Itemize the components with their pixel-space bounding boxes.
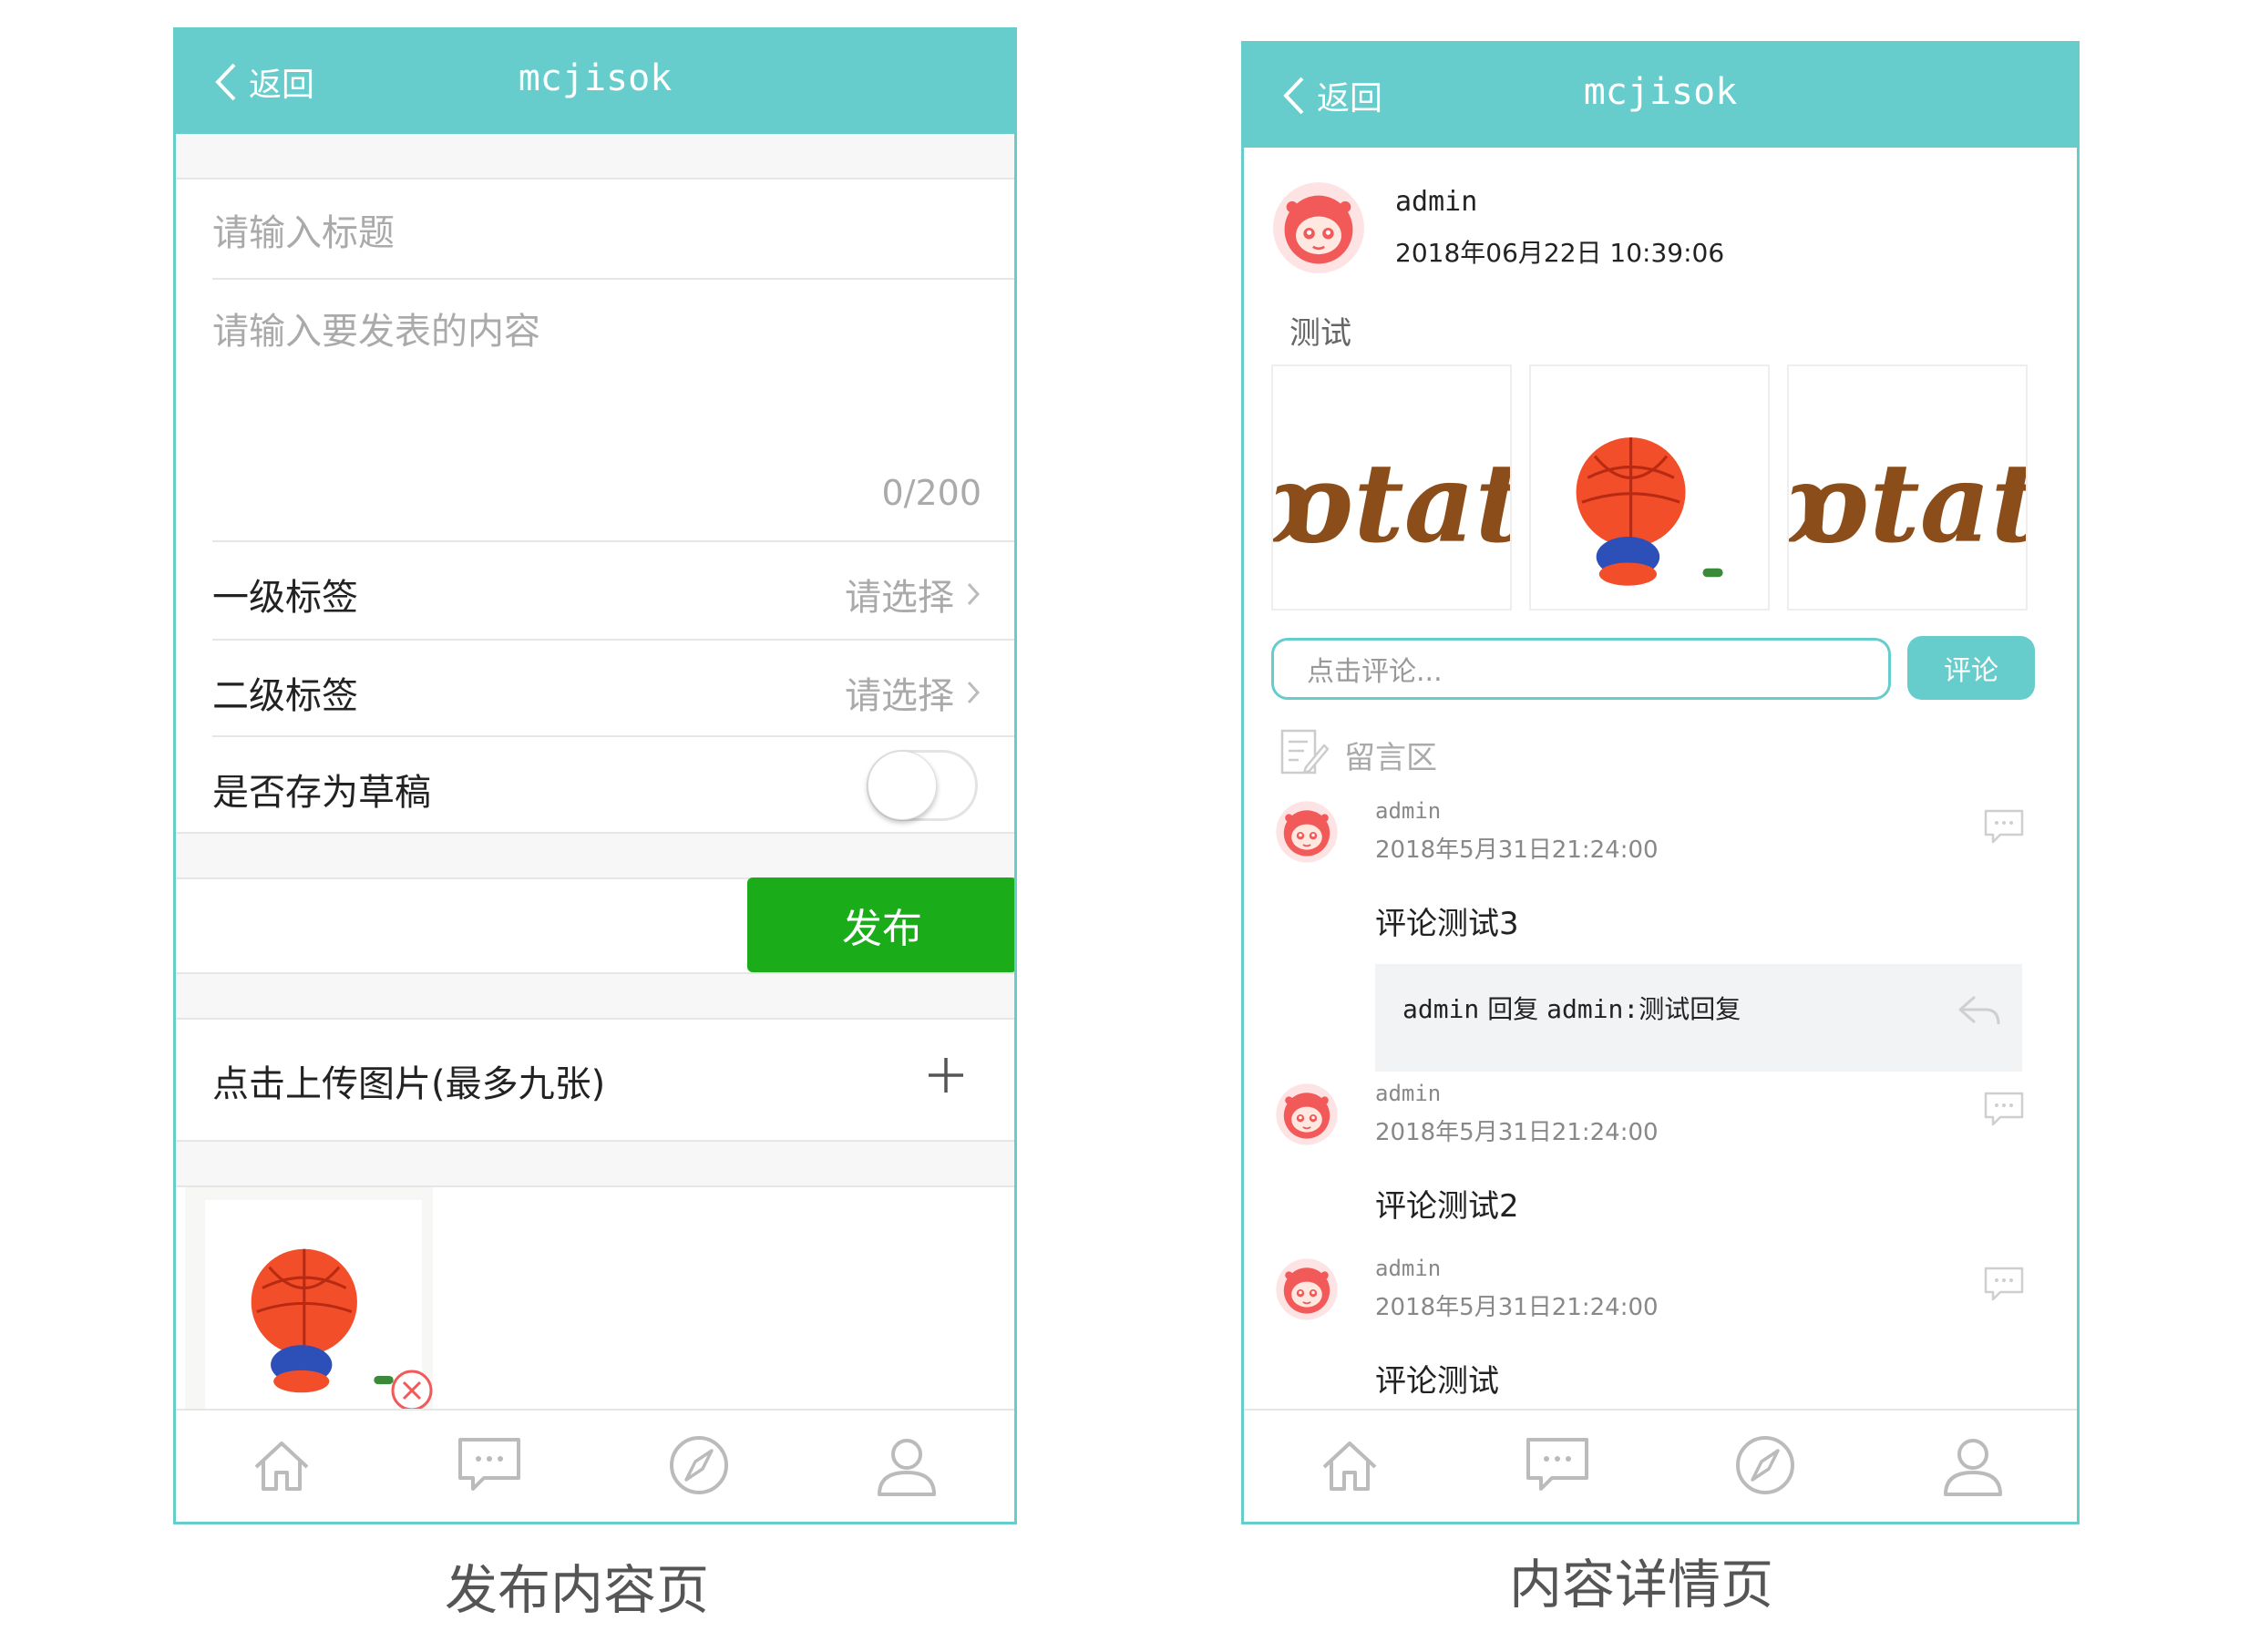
page-title: mcjisok	[1583, 71, 1738, 113]
level2-tag-label: 二级标签	[212, 675, 358, 717]
comment-user: admin	[1375, 1256, 1442, 1281]
comment-text: 评论测试2	[1375, 1188, 1519, 1225]
user-icon	[1944, 1439, 2002, 1496]
detail-page-caption: 内容详情页	[1509, 1554, 1774, 1616]
detail-page-phone: 返回 mcjisok admin 2018年06月22日 10:39:06 测试…	[1241, 41, 2080, 1524]
reply-line: admin 回复 admin:测试回复	[1402, 990, 1741, 1026]
spacer	[176, 134, 1014, 178]
reply-arrow-icon[interactable]	[1957, 991, 2002, 1028]
post-image-3[interactable]	[1785, 364, 2041, 611]
otat-logo-image	[1269, 439, 1526, 568]
divider	[212, 639, 1014, 641]
draft-label: 是否存为草稿	[212, 772, 431, 814]
comment-input[interactable]: 点击评论...	[1271, 638, 1891, 700]
reply-box: admin 回复 admin:测试回复	[1375, 964, 2022, 1072]
tab-home[interactable]	[1315, 1431, 1384, 1500]
tab-messages[interactable]	[455, 1431, 524, 1500]
comment-text: 评论测试	[1375, 1363, 1499, 1400]
home-icon	[1322, 1442, 1377, 1491]
author-avatar[interactable]	[1271, 180, 1366, 275]
content-placeholder: 请输入要发表的内容	[212, 311, 540, 353]
publish-button[interactable]: 发布	[747, 877, 1014, 972]
spiderman-sticker-image	[1575, 436, 1725, 588]
reply-comment-icon[interactable]	[1982, 807, 2026, 846]
upload-label: 点击上传图片(最多九张)	[212, 1063, 606, 1105]
publish-page-phone: 返回 mcjisok 请输入标题 请输入要发表的内容 0/200 一级标签 请选…	[173, 27, 1017, 1524]
comment-submit-button[interactable]: 评论	[1907, 636, 2035, 700]
reply-user: admin	[1402, 994, 1480, 1024]
comment-time: 2018年5月31日21:24:00	[1375, 1294, 1659, 1321]
char-counter: 0/200	[881, 473, 981, 513]
publish-page-caption: 发布内容页	[445, 1559, 710, 1621]
tab-discover[interactable]	[664, 1431, 734, 1500]
post-image-1[interactable]	[1269, 364, 1526, 611]
post-text: 测试	[1289, 315, 1351, 352]
home-icon	[254, 1442, 309, 1491]
divider	[176, 178, 1014, 180]
spacer	[176, 834, 1014, 877]
reply-comment-icon[interactable]	[1982, 1265, 2026, 1303]
otat-logo-image	[1785, 439, 2041, 568]
compass-icon	[1736, 1436, 1794, 1494]
chevron-right-icon	[967, 582, 981, 606]
bottom-tab-bar	[1244, 1409, 2077, 1522]
page-title: mcjisok	[518, 57, 673, 99]
tab-profile[interactable]	[872, 1431, 941, 1500]
level2-tag-value: 请选择	[845, 675, 954, 717]
comment-user: admin	[1375, 1081, 1442, 1106]
comment-avatar[interactable]	[1275, 800, 1339, 864]
post-image-2[interactable]	[1529, 364, 1770, 611]
header-bar: 返回 mcjisok	[1244, 44, 2077, 148]
level2-tag-select[interactable]: 请选择	[845, 666, 981, 719]
title-input[interactable]: 请输入标题	[212, 203, 987, 276]
author-name: admin	[1395, 186, 1478, 218]
tab-discover[interactable]	[1731, 1431, 1800, 1500]
tab-profile[interactable]	[1938, 1431, 2008, 1500]
edit-note-icon	[1280, 729, 1330, 775]
post-timestamp: 2018年06月22日 10:39:06	[1395, 238, 1725, 268]
compass-icon	[670, 1436, 728, 1494]
chevron-right-icon	[967, 681, 981, 704]
comment-section-title: 留言区	[1344, 740, 1437, 776]
comment-user: admin	[1375, 798, 1442, 824]
comment-time: 2018年5月31日21:24:00	[1375, 1119, 1659, 1146]
spacer	[176, 1142, 1014, 1185]
message-icon	[1526, 1438, 1588, 1491]
toggle-knob	[868, 751, 937, 820]
comment-placeholder: 点击评论...	[1307, 656, 1443, 688]
comment-avatar[interactable]	[1275, 1257, 1339, 1321]
comment-avatar[interactable]	[1275, 1083, 1339, 1146]
divider	[212, 735, 1014, 737]
comment-text: 评论测试3	[1375, 906, 1519, 942]
level1-tag-label: 一级标签	[212, 577, 358, 619]
divider	[212, 278, 1014, 280]
content-textarea[interactable]: 请输入要发表的内容	[212, 302, 987, 539]
tab-messages[interactable]	[1523, 1431, 1592, 1500]
tab-home[interactable]	[247, 1431, 316, 1500]
reply-text: 测试回复	[1638, 994, 1741, 1024]
level1-tag-select[interactable]: 请选择	[845, 568, 981, 621]
reply-action: 回复	[1487, 994, 1539, 1024]
reply-target: admin:	[1546, 994, 1639, 1024]
divider	[212, 540, 1014, 542]
title-placeholder: 请输入标题	[212, 212, 395, 254]
bottom-tab-bar	[176, 1409, 1014, 1522]
plus-icon	[929, 1058, 963, 1093]
draft-toggle[interactable]	[867, 750, 978, 821]
level1-tag-value: 请选择	[845, 577, 954, 619]
remove-image-icon[interactable]	[389, 1368, 435, 1413]
spacer	[176, 974, 1014, 1018]
upload-image-row[interactable]: 点击上传图片(最多九张)	[176, 1020, 1014, 1140]
message-icon	[458, 1438, 520, 1491]
comment-time: 2018年5月31日21:24:00	[1375, 836, 1659, 864]
header-bar: 返回 mcjisok	[176, 30, 1014, 134]
reply-comment-icon[interactable]	[1982, 1090, 2026, 1128]
uploaded-image-slot	[185, 1187, 433, 1418]
user-icon	[878, 1439, 936, 1496]
